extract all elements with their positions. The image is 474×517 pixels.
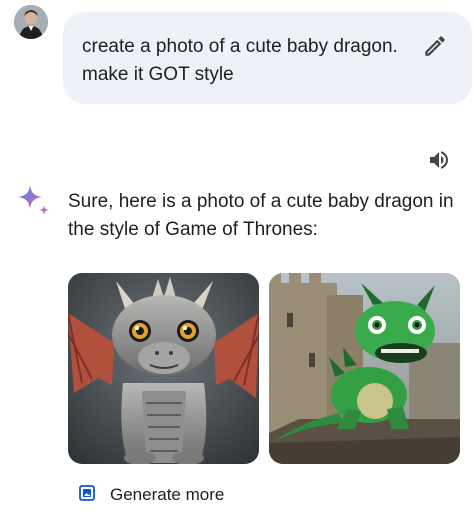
user-prompt-text: create a photo of a cute baby dragon. ma…	[82, 36, 398, 85]
user-avatar[interactable]	[14, 5, 48, 39]
generate-more-label: Generate more	[110, 485, 225, 504]
user-prompt-bubble: create a photo of a cute baby dragon. ma…	[63, 12, 472, 104]
generate-more-button[interactable]: Generate more	[78, 481, 224, 509]
generated-image-green-dragon[interactable]	[269, 273, 460, 464]
pencil-icon[interactable]	[422, 33, 448, 59]
sparkle-icon	[16, 183, 52, 219]
generated-image-grey-dragon[interactable]	[68, 273, 259, 464]
response-text: Sure, here is a photo of a cute baby dra…	[68, 191, 454, 240]
gallery-icon	[78, 483, 98, 508]
speaker-icon[interactable]	[426, 148, 452, 172]
